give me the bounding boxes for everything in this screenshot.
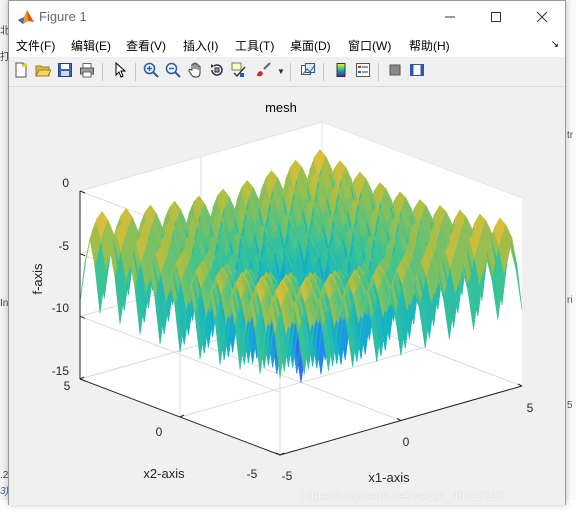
menu-desktop[interactable]: 桌面(D) [290, 37, 331, 54]
z-tick-label: -15 [52, 364, 70, 378]
menu-insert[interactable]: 插入(I) [183, 37, 218, 54]
print-icon [79, 62, 95, 83]
toolbar-separator [135, 63, 136, 81]
open-file-button[interactable] [32, 61, 54, 83]
title-bar[interactable]: Figure 1 [9, 1, 565, 33]
background-window-right: tr ri 5 [566, 0, 576, 514]
x1-tick-label: 0 [403, 435, 410, 449]
open-file-icon [35, 62, 52, 83]
rotate-3d-button[interactable] [206, 61, 228, 83]
watermark-text: https://blog.csdn.net/weixin_45617915 [301, 489, 506, 503]
menu-help[interactable]: 帮助(H) [409, 37, 450, 54]
matlab-logo-icon [17, 8, 35, 26]
zoom-in-icon [143, 62, 159, 83]
maximize-icon [490, 11, 502, 23]
menu-file[interactable]: 文件(F) [16, 37, 55, 54]
hide-plot-tools-icon [387, 62, 403, 83]
show-plot-tools-icon [409, 62, 425, 83]
link-plot-button[interactable] [297, 61, 319, 83]
toolbar-separator [290, 63, 291, 81]
pan-button[interactable] [184, 61, 206, 83]
minimize-icon [444, 11, 456, 23]
z-tick-label: -5 [58, 239, 69, 253]
new-figure-button[interactable] [10, 61, 32, 83]
menu-edit[interactable]: 编辑(E) [71, 37, 111, 54]
x1-axis-label: x1-axis [368, 470, 410, 485]
menu-tools[interactable]: 工具(T) [235, 37, 274, 54]
data-cursor-button[interactable] [228, 61, 250, 83]
zoom-in-button[interactable] [140, 61, 162, 83]
plot-title: mesh [265, 100, 297, 115]
zoom-out-icon [165, 62, 181, 83]
toolbar-separator [378, 63, 379, 81]
axes-3d[interactable]: mesh 0 -5 -10 -15 5 0 -5 -5 0 5 x2-axis … [9, 87, 565, 505]
z-tick-label: -10 [52, 301, 70, 315]
insert-legend-button[interactable] [352, 61, 374, 83]
dock-figure-icon[interactable]: ↘ [551, 39, 559, 50]
f-axis-label: f-axis [30, 263, 45, 295]
x2-tick-label: 5 [64, 379, 71, 393]
bg-text-fragment: 5 [567, 400, 573, 411]
edit-plot-arrow-icon [112, 61, 128, 83]
bg-text-fragment: ri [567, 295, 573, 306]
menu-bar: 文件(F) 编辑(E) 查看(V) 插入(I) 工具(T) 桌面(D) 窗口(W… [9, 33, 565, 57]
toolbar-separator [102, 63, 103, 81]
show-plot-tools-button[interactable] [406, 61, 428, 83]
legend-icon [355, 62, 371, 83]
window-title: Figure 1 [39, 9, 87, 24]
x1-tick-label: 5 [527, 401, 534, 415]
brush-dropdown-icon[interactable]: ▼ [277, 67, 285, 76]
figure-toolbar: ▼ [9, 58, 565, 87]
figure-canvas[interactable]: mesh 0 -5 -10 -15 5 0 -5 -5 0 5 x2-axis … [9, 87, 565, 505]
hide-plot-tools-button[interactable] [384, 61, 406, 83]
maximize-button[interactable] [473, 1, 519, 33]
toolbar-separator [323, 63, 324, 81]
z-tick-label: 0 [62, 176, 69, 190]
colorbar-icon [333, 62, 349, 83]
save-button[interactable] [54, 61, 76, 83]
minimize-button[interactable] [427, 1, 473, 33]
x2-axis-label: x2-axis [143, 466, 185, 481]
zoom-out-button[interactable] [162, 61, 184, 83]
edit-plot-button[interactable] [109, 61, 131, 83]
menu-window[interactable]: 窗口(W) [348, 37, 391, 54]
print-button[interactable] [76, 61, 98, 83]
x2-tick-label: 0 [156, 425, 163, 439]
close-icon [536, 11, 548, 23]
menu-view[interactable]: 查看(V) [126, 37, 166, 54]
brush-icon [255, 61, 271, 83]
insert-colorbar-button[interactable] [330, 61, 352, 83]
x2-tick-label: -5 [247, 467, 258, 481]
rotate-3d-icon [209, 62, 225, 83]
pan-hand-icon [187, 62, 203, 83]
close-button[interactable] [519, 1, 565, 33]
link-plot-icon [300, 62, 316, 83]
figure-window: Figure 1 文件(F) 编辑(E) 查看(V) 插入(I) 工具(T) 桌… [8, 0, 566, 505]
bg-text-fragment: tr [567, 130, 574, 141]
data-cursor-icon [231, 62, 247, 83]
brush-button[interactable] [252, 61, 274, 83]
new-figure-icon [13, 62, 29, 83]
x1-tick-label: -5 [282, 469, 293, 483]
save-icon [57, 62, 73, 83]
